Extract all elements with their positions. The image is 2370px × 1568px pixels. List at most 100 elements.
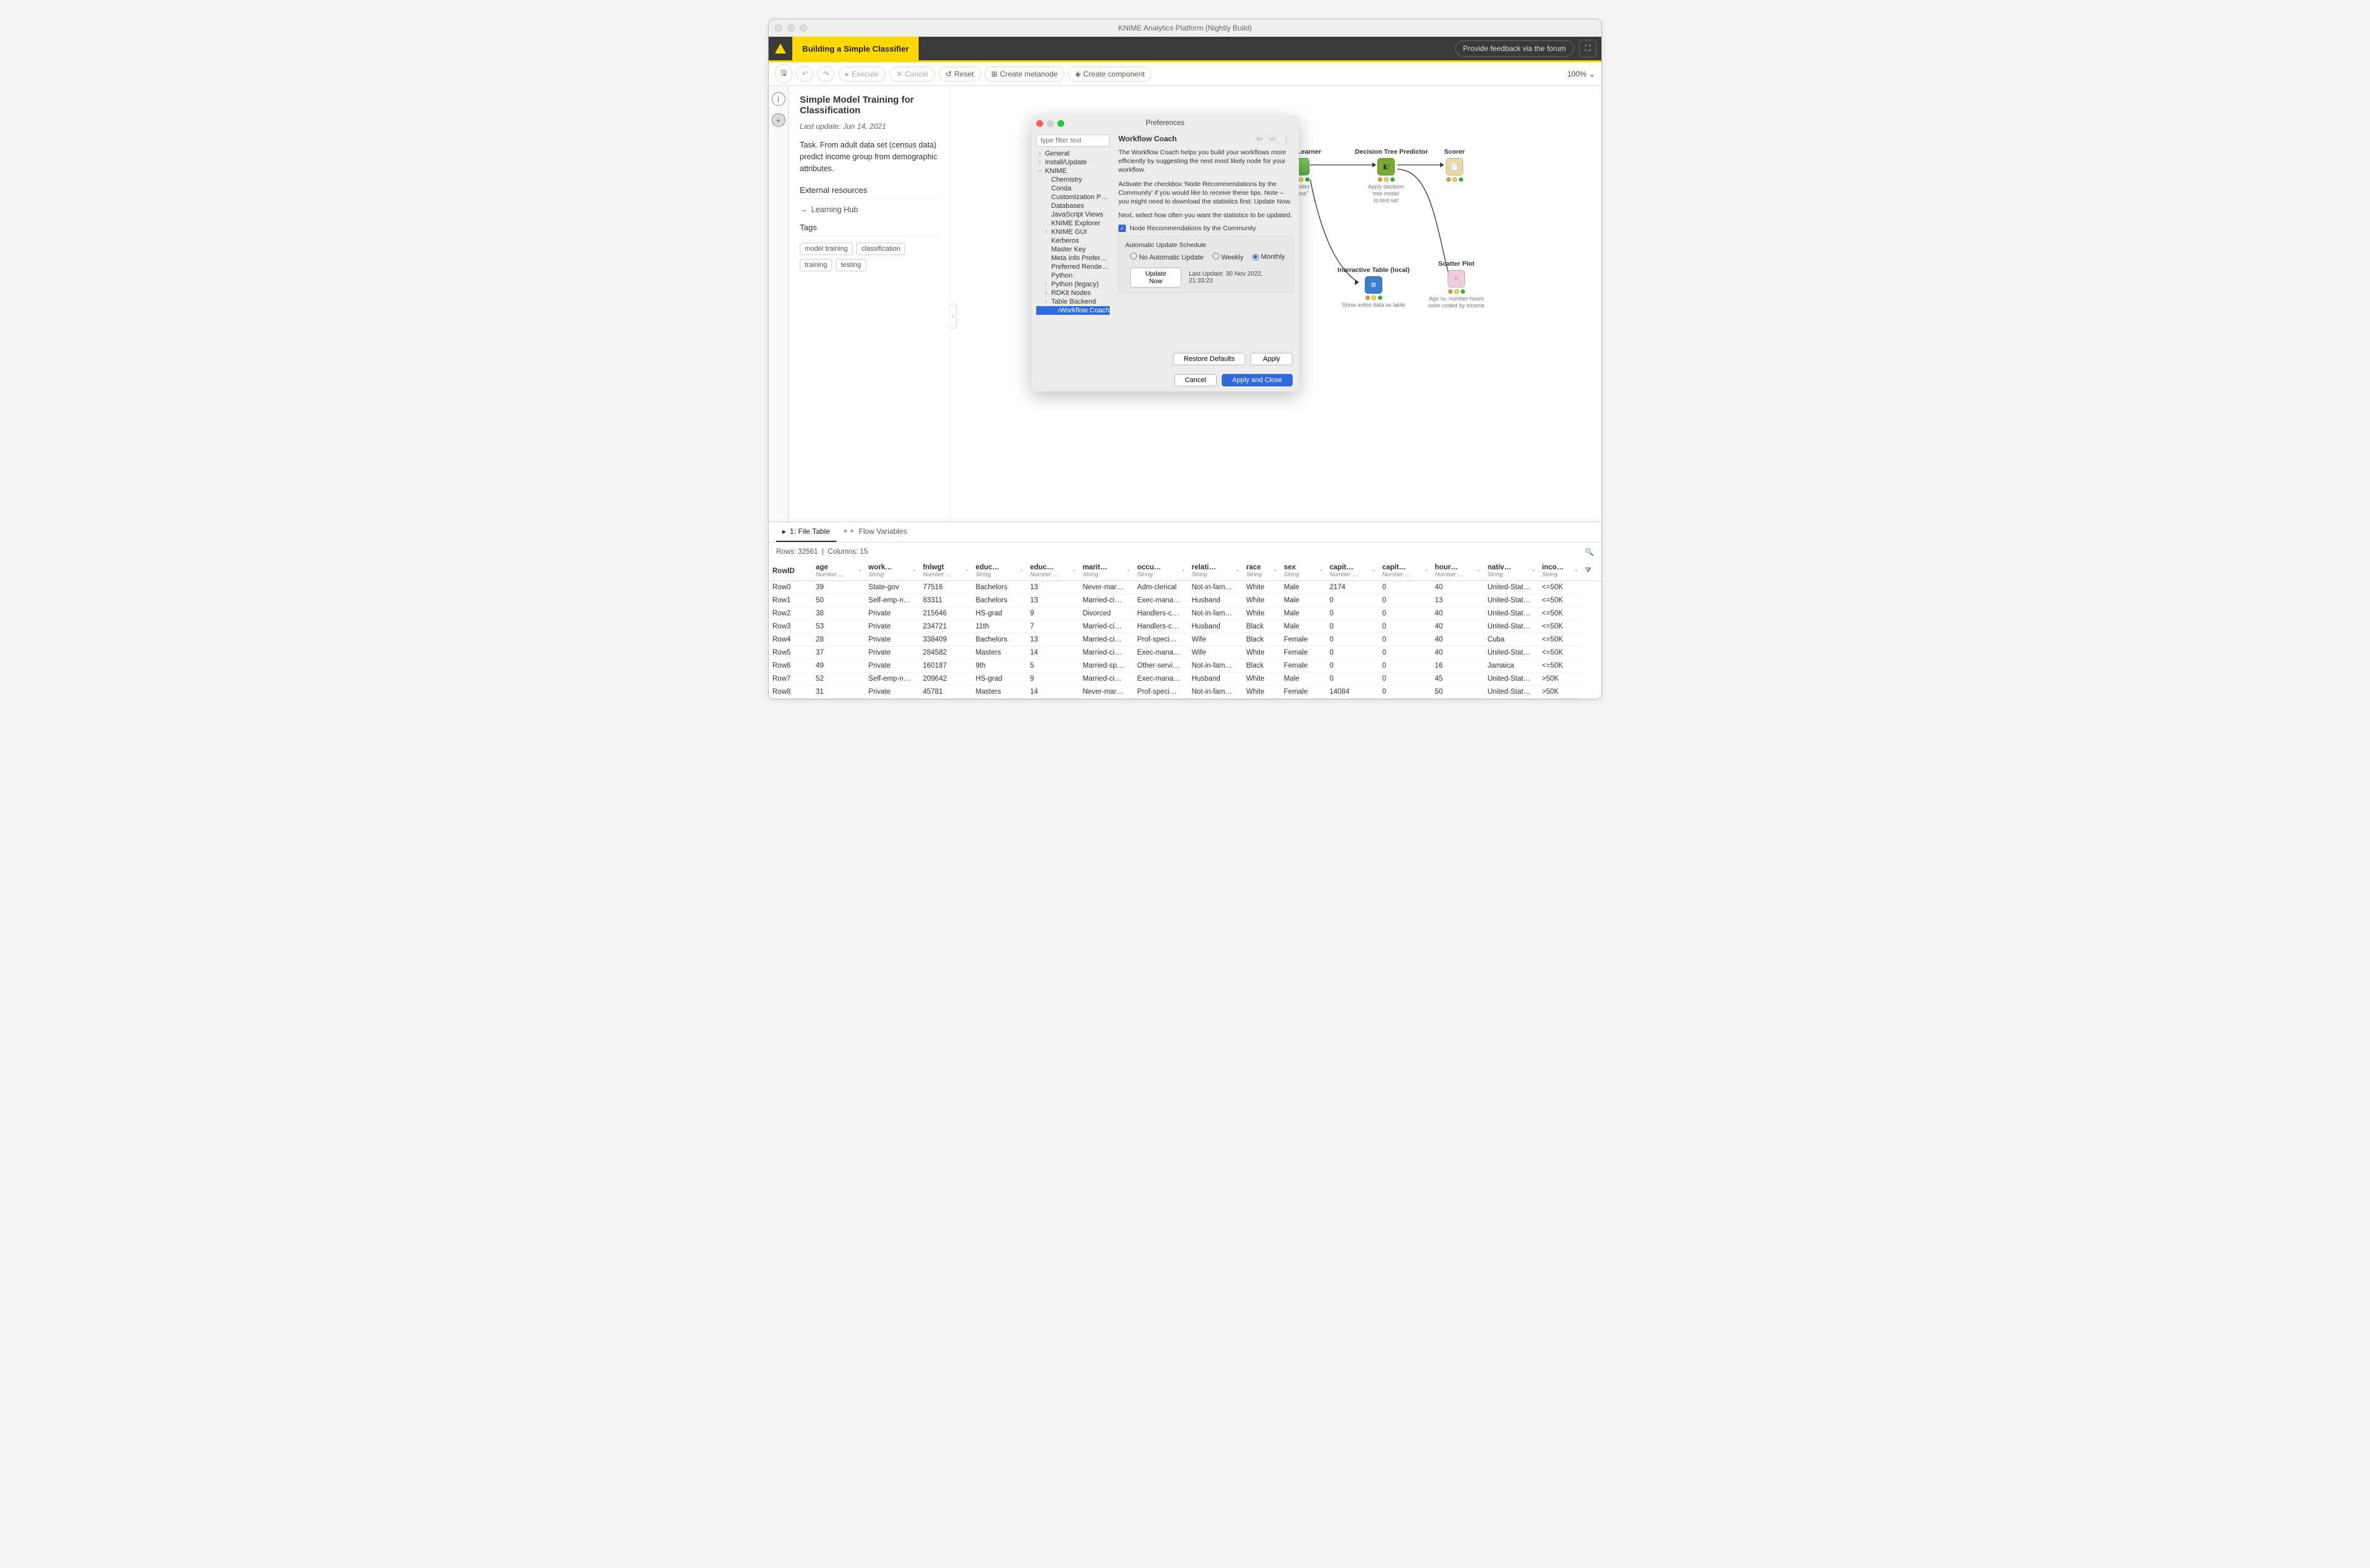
pref-heading-text: Workflow Coach — [1118, 134, 1177, 143]
undo-button[interactable]: ↶ — [796, 67, 813, 82]
table-row[interactable]: Row353Private23472111th7Married-ci…Handl… — [769, 620, 1601, 633]
table-row[interactable]: Row649Private1601879th5Married-sp…Other-… — [769, 660, 1601, 673]
feedback-button[interactable]: Provide feedback via the forum — [1455, 40, 1574, 57]
workflow-canvas[interactable]: ‹ …e Learner …edict …me" Decision T — [950, 86, 1601, 521]
table-row[interactable]: Row831Private45781Masters14Never-mar…Pro… — [769, 686, 1601, 699]
schedule-title: Automatic Update Schedule — [1125, 241, 1286, 249]
column-header[interactable]: ageNumber …⌄ — [812, 561, 865, 581]
node-decision-tree-predictor[interactable]: Decision Tree Predictor ◧ Apply decision… — [1355, 148, 1417, 203]
cancel-button[interactable]: ✕Cancel — [889, 67, 935, 82]
table-row[interactable]: Row752Self-emp-n…209642HS-grad9Married-c… — [769, 673, 1601, 686]
column-header[interactable]: RowID — [769, 561, 812, 581]
tree-item-general[interactable]: General — [1036, 149, 1110, 158]
radio-monthly[interactable]: Monthly — [1252, 253, 1285, 261]
table-cell: Not-in-fam… — [1188, 581, 1243, 594]
community-recommendations-checkbox[interactable]: ✓ Node Recommendations by the Community — [1118, 225, 1293, 232]
column-header[interactable]: work…String⌄ — [864, 561, 919, 581]
column-header[interactable]: inco…String⌄ — [1539, 561, 1581, 581]
tag[interactable]: classification — [856, 243, 905, 255]
create-metanode-button[interactable]: ⊞Create metanode — [985, 67, 1065, 82]
table-cell: Prof-speci… — [1133, 633, 1188, 646]
column-header[interactable]: educ…String⌄ — [972, 561, 1026, 581]
tab-file-table[interactable]: ▸1: File Table — [776, 522, 836, 542]
app-logo[interactable] — [769, 37, 792, 60]
zoom-control[interactable]: 100%⌄ — [1567, 70, 1595, 78]
add-icon[interactable]: + — [772, 113, 785, 127]
tree-item-conda[interactable]: Conda — [1036, 184, 1110, 193]
table-cell: 215646 — [919, 607, 972, 620]
tree-item-metainfo[interactable]: Meta Info Preferences — [1036, 254, 1110, 263]
task-text: Task. From adult data set (census data) … — [800, 139, 939, 174]
tree-item-pythonlegacy[interactable]: Python (legacy) — [1036, 280, 1110, 289]
reset-button[interactable]: ↺Reset — [939, 67, 980, 82]
tag[interactable]: model training — [800, 243, 853, 255]
apply-button[interactable]: Apply — [1250, 353, 1293, 365]
tree-item-install[interactable]: Install/Update — [1036, 158, 1110, 167]
column-header[interactable]: sexString⌄ — [1280, 561, 1326, 581]
table-row[interactable]: Row238Private215646HS-grad9DivorcedHandl… — [769, 607, 1601, 620]
info-icon[interactable]: i — [772, 92, 785, 106]
column-header[interactable]: capit…Number …⌄ — [1379, 561, 1431, 581]
column-header[interactable]: nativ…String⌄ — [1484, 561, 1539, 581]
tree-item-jsviews[interactable]: JavaScript Views — [1036, 210, 1110, 219]
expand-button[interactable]: ⛶ — [1579, 40, 1596, 57]
tree-item-databases[interactable]: Databases — [1036, 202, 1110, 210]
tree-item-custom[interactable]: Customization Profiles — [1036, 193, 1110, 202]
tag[interactable]: testing — [836, 259, 866, 271]
filter-icon[interactable]: ⧩ — [1585, 567, 1591, 574]
learning-hub-link[interactable]: →Learning Hub — [800, 205, 939, 214]
table-row[interactable]: Row039State-gov77516Bachelors13Never-mar… — [769, 581, 1601, 594]
table-row[interactable]: Row150Self-emp-n…83311Bachelors13Married… — [769, 594, 1601, 607]
table-row[interactable]: Row537Private284582Masters14Married-ci…E… — [769, 646, 1601, 660]
cancel-button[interactable]: Cancel — [1174, 374, 1217, 386]
apply-and-close-button[interactable]: Apply and Close — [1222, 374, 1293, 386]
column-header[interactable]: fnlwgtNumber …⌄ — [919, 561, 972, 581]
column-header[interactable]: educ…Number …⌄ — [1026, 561, 1079, 581]
table-cell: White — [1242, 646, 1280, 660]
tree-item-workflowcoach[interactable]: Workflow Coach — [1036, 306, 1110, 315]
node-scorer[interactable]: Scorer 📄 — [1423, 148, 1486, 184]
pref-nav-icons[interactable]: ⇦ ⇨ ⋮ — [1256, 134, 1293, 143]
tree-item-knime[interactable]: KNIME — [1036, 167, 1110, 175]
update-row: Update Now Last Update: 30 Nov 2022, 21:… — [1130, 268, 1286, 287]
column-header[interactable]: raceString⌄ — [1242, 561, 1280, 581]
tree-item-explorer[interactable]: KNIME Explorer — [1036, 219, 1110, 228]
table-cell: Handlers-c… — [1133, 620, 1188, 633]
table-cell: Married-ci… — [1079, 673, 1134, 686]
radio-no-update[interactable]: No Automatic Update — [1130, 253, 1204, 261]
tab-flow-variables[interactable]: ⚬⚬Flow Variables — [836, 522, 914, 542]
tree-item-chemistry[interactable]: Chemistry — [1036, 175, 1110, 184]
tree-item-renderers[interactable]: Preferred Renderers — [1036, 263, 1110, 271]
update-now-button[interactable]: Update Now — [1130, 268, 1181, 287]
column-header[interactable]: occu…String⌄ — [1133, 561, 1188, 581]
redo-button[interactable]: ↷ — [817, 67, 835, 82]
tree-item-tablebackend[interactable]: Table Backend — [1036, 297, 1110, 306]
filter-input[interactable] — [1036, 134, 1110, 147]
column-header[interactable]: hour…Number …⌄ — [1431, 561, 1484, 581]
table-row[interactable]: Row428Private338409Bachelors13Married-ci… — [769, 633, 1601, 646]
checkbox-label: Node Recommendations by the Community — [1130, 225, 1256, 232]
column-header[interactable]: marit…String⌄ — [1079, 561, 1134, 581]
table-cell: 31 — [812, 686, 865, 699]
radio-weekly[interactable]: Weekly — [1212, 253, 1244, 261]
workflow-tab[interactable]: Building a Simple Classifier — [792, 37, 919, 60]
save-button[interactable]: 🖫 — [775, 64, 792, 83]
tree-item-kerberos[interactable]: Kerberos — [1036, 236, 1110, 245]
tree-item-gui[interactable]: KNIME GUI — [1036, 228, 1110, 236]
filter-column[interactable]: ⧩ — [1581, 561, 1601, 581]
tree-item-masterkey[interactable]: Master Key — [1036, 245, 1110, 254]
search-icon[interactable]: 🔍 — [1585, 548, 1594, 556]
column-header[interactable]: capit…Number …⌄ — [1326, 561, 1379, 581]
restore-defaults-button[interactable]: Restore Defaults — [1173, 353, 1245, 365]
node-scatter-plot[interactable]: Scatter Plot ⁙ Age vs. number-hours colo… — [1422, 260, 1491, 309]
tree-item-python[interactable]: Python — [1036, 271, 1110, 280]
column-header[interactable]: relati…String⌄ — [1188, 561, 1243, 581]
node-interactive-table[interactable]: Interactive Table (local) ⊞ Show entire … — [1336, 266, 1411, 309]
collapse-description-handle[interactable]: ‹ — [950, 304, 957, 329]
external-resources-heading: External resources — [800, 185, 939, 199]
tag[interactable]: training — [800, 259, 832, 271]
tree-item-rdkit[interactable]: RDKit Nodes — [1036, 289, 1110, 297]
table-cell: White — [1242, 686, 1280, 699]
execute-button[interactable]: ▸Execute — [838, 67, 885, 82]
create-component-button[interactable]: ◈Create component — [1068, 67, 1151, 82]
